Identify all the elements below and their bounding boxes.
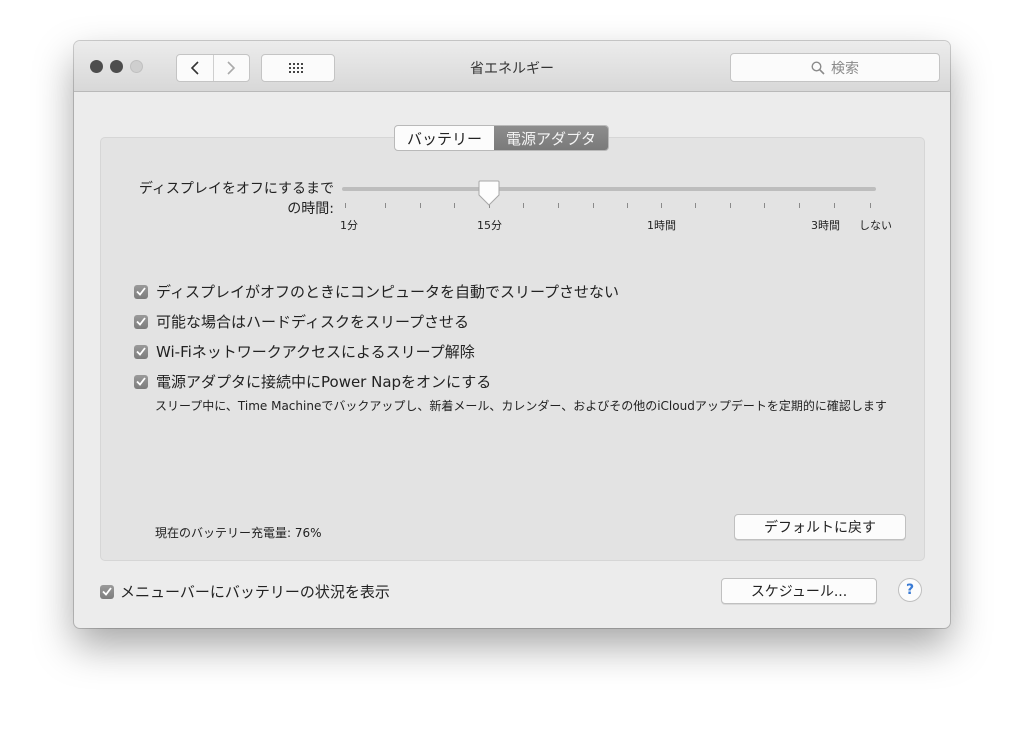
- slider-tick: [834, 203, 835, 208]
- slider-tick: [558, 203, 559, 208]
- slider-tick: [730, 203, 731, 208]
- slider-tick: [799, 203, 800, 208]
- tick-label-never: しない: [859, 219, 892, 232]
- tick-label-3hours: 3時間: [811, 219, 840, 232]
- option-power-nap[interactable]: 電源アダプタに接続中にPower Napをオンにする: [134, 371, 491, 392]
- option-label: 電源アダプタに接続中にPower Napをオンにする: [156, 373, 492, 391]
- slider-tick: [454, 203, 455, 208]
- checkmark-icon: [136, 377, 146, 386]
- display-sleep-slider-knob[interactable]: [478, 180, 500, 206]
- tick-label-1hour: 1時間: [647, 219, 676, 232]
- preferences-window: 省エネルギー 検索 バッテリー 電源アダプタ ディスプレイをオフにするまで の時…: [74, 41, 950, 628]
- slider-tick: [523, 203, 524, 208]
- slider-tick: [695, 203, 696, 208]
- display-sleep-label-line1: ディスプレイをオフにするまで: [138, 181, 334, 197]
- slider-tick: [661, 203, 662, 208]
- slider-tick: [593, 203, 594, 208]
- slider-tick: [345, 203, 346, 208]
- checkbox-checked[interactable]: [134, 344, 148, 359]
- checkbox-checked[interactable]: [134, 374, 148, 389]
- option-prevent-sleep[interactable]: ディスプレイがオフのときにコンピュータを自動でスリープさせない: [134, 281, 619, 302]
- display-sleep-label: ディスプレイをオフにするまで の時間:: [114, 179, 334, 219]
- option-label: Wi-Fiネットワークアクセスによるスリープ解除: [156, 343, 475, 361]
- show-battery-in-menubar-option[interactable]: メニューバーにバッテリーの状況を表示: [100, 581, 390, 602]
- power-nap-description: スリープ中に、Time Machineでバックアップし、新着メール、カレンダー、…: [155, 399, 887, 413]
- search-icon: [811, 60, 825, 75]
- checkbox-checked[interactable]: [134, 314, 148, 329]
- slider-tick: [627, 203, 628, 208]
- checkmark-icon: [136, 287, 146, 296]
- search-field[interactable]: 検索: [730, 53, 940, 82]
- search-placeholder: 検索: [831, 60, 859, 77]
- display-sleep-label-line2: の時間:: [287, 201, 334, 217]
- checkmark-icon: [102, 587, 112, 596]
- restore-defaults-button[interactable]: デフォルトに戻す: [734, 514, 906, 540]
- power-source-tabs: バッテリー 電源アダプタ: [394, 125, 610, 151]
- slider-tick: [870, 203, 871, 208]
- checkbox-checked[interactable]: [100, 584, 114, 599]
- display-sleep-slider-track[interactable]: [342, 187, 876, 191]
- tab-battery[interactable]: バッテリー: [395, 126, 494, 150]
- tick-label-15min: 15分: [477, 219, 502, 232]
- tab-power-adapter[interactable]: 電源アダプタ: [494, 126, 609, 150]
- title-bar: 省エネルギー 検索: [74, 41, 950, 92]
- option-label: メニューバーにバッテリーの状況を表示: [120, 583, 390, 601]
- slider-tick: [420, 203, 421, 208]
- option-label: ディスプレイがオフのときにコンピュータを自動でスリープさせない: [156, 283, 620, 301]
- slider-tick: [764, 203, 765, 208]
- option-wake-wifi[interactable]: Wi-Fiネットワークアクセスによるスリープ解除: [134, 341, 475, 362]
- checkmark-icon: [136, 347, 146, 356]
- checkmark-icon: [136, 317, 146, 326]
- slider-tick: [385, 203, 386, 208]
- schedule-button[interactable]: スケジュール...: [721, 578, 877, 604]
- tick-label-1min: 1分: [340, 219, 358, 232]
- option-label: 可能な場合はハードディスクをスリープさせる: [156, 313, 470, 331]
- battery-charge-status: 現在のバッテリー充電量: 76%: [155, 526, 322, 540]
- option-disk-sleep[interactable]: 可能な場合はハードディスクをスリープさせる: [134, 311, 469, 332]
- checkbox-checked[interactable]: [134, 284, 148, 299]
- help-button[interactable]: ?: [898, 578, 922, 602]
